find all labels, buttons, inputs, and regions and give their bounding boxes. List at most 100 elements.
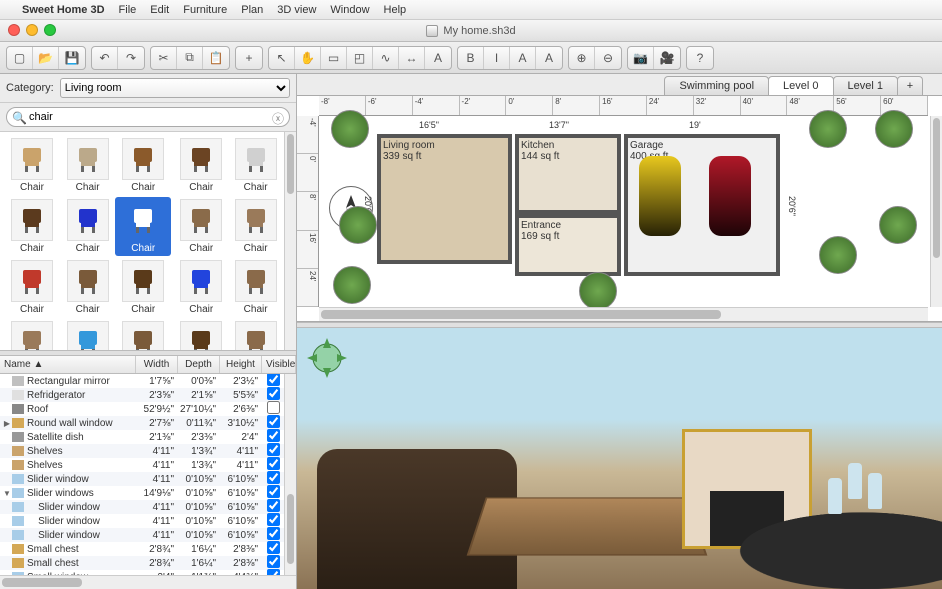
zoom-in-icon[interactable]: ⊕ xyxy=(569,47,595,69)
room[interactable]: Living room339 sq ft xyxy=(377,134,512,264)
bush-icon[interactable] xyxy=(809,110,847,148)
italic-icon[interactable]: I xyxy=(484,47,510,69)
catalog-item[interactable]: Chair xyxy=(173,197,229,256)
3d-nav-compass[interactable] xyxy=(305,336,349,380)
menu-3d-view[interactable]: 3D view xyxy=(277,4,316,16)
add-level-button[interactable]: + xyxy=(897,76,923,95)
catalog-item[interactable]: Chair xyxy=(173,258,229,317)
furniture-row[interactable]: Small chest2'8¾"1'6¼"2'8⅜" xyxy=(0,556,284,570)
furniture-row[interactable]: Shelves4'11"1'3¾"4'11" xyxy=(0,458,284,472)
search-input[interactable] xyxy=(6,107,290,127)
furniture-row[interactable]: Roof52'9½"27'10¼"2'6⅜" xyxy=(0,402,284,416)
dimension-icon[interactable]: ↔ xyxy=(399,47,425,69)
bush-icon[interactable] xyxy=(333,266,371,304)
save-icon[interactable]: 💾 xyxy=(59,47,85,69)
catalog-item[interactable]: Chair xyxy=(115,197,171,256)
bush-icon[interactable] xyxy=(331,110,369,148)
bush-icon[interactable] xyxy=(339,206,377,244)
font-down-icon[interactable]: A xyxy=(536,47,562,69)
menu-edit[interactable]: Edit xyxy=(150,4,169,16)
font-up-icon[interactable]: A xyxy=(510,47,536,69)
furniture-row[interactable]: Slider window4'11"0'10⅝"6'10⅝" xyxy=(0,528,284,542)
select-icon[interactable]: ↖ xyxy=(269,47,295,69)
minimize-button[interactable] xyxy=(26,24,38,36)
undo-icon[interactable]: ↶ xyxy=(92,47,118,69)
furniture-row[interactable]: ▼Slider windows14'9⅛"0'10⅝"6'10⅝" xyxy=(0,486,284,500)
catalog-item[interactable]: Lattice chair xyxy=(115,319,171,350)
plan-canvas[interactable]: Living room339 sq ftKitchen144 sq ftEntr… xyxy=(319,116,928,307)
clear-search-icon[interactable]: ⓧ xyxy=(272,110,284,127)
col-depth[interactable]: Depth xyxy=(178,356,220,373)
plan-view[interactable]: -8'-6'-4'-2'0'8'16'24'32'40'48'56'60' -4… xyxy=(297,96,942,322)
bush-icon[interactable] xyxy=(879,206,917,244)
car-icon[interactable] xyxy=(639,156,681,236)
bush-icon[interactable] xyxy=(579,272,617,310)
plan-vscrollbar[interactable] xyxy=(930,116,942,307)
col-name[interactable]: Name ▲ xyxy=(0,356,136,373)
level-tab[interactable]: Level 1 xyxy=(833,76,898,95)
room-icon[interactable]: ◰ xyxy=(347,47,373,69)
furniture-row[interactable]: Slider window4'11"0'10⅝"6'10⅝" xyxy=(0,514,284,528)
menu-window[interactable]: Window xyxy=(330,4,369,16)
paste-icon[interactable]: 📋 xyxy=(203,47,229,69)
menu-file[interactable]: File xyxy=(119,4,137,16)
car-icon[interactable] xyxy=(709,156,751,236)
close-button[interactable] xyxy=(8,24,20,36)
col-width[interactable]: Width xyxy=(136,356,178,373)
catalog-item[interactable]: Chair xyxy=(115,258,171,317)
catalog-item[interactable]: Chair xyxy=(231,136,280,195)
category-select[interactable]: Living room xyxy=(60,78,290,98)
catalog-item[interactable]: Chair xyxy=(173,136,229,195)
furniture-scrollbar[interactable] xyxy=(284,374,296,575)
new-file-icon[interactable]: ▢ xyxy=(7,47,33,69)
add-furniture-icon[interactable]: + xyxy=(236,47,262,69)
catalog-item[interactable]: Modern arm... xyxy=(173,319,229,350)
furniture-hscrollbar[interactable] xyxy=(0,575,296,589)
room[interactable]: Kitchen144 sq ft xyxy=(515,134,621,214)
catalog-item[interactable]: Chair xyxy=(62,197,113,256)
menu-help[interactable]: Help xyxy=(384,4,407,16)
catalog-item[interactable]: Chair xyxy=(4,258,60,317)
menu-furniture[interactable]: Furniture xyxy=(183,4,227,16)
furniture-row[interactable]: Rectangular mirror1'7⅝"0'0⅜"2'3½" xyxy=(0,374,284,388)
pan-icon[interactable]: ✋ xyxy=(295,47,321,69)
catalog-item[interactable]: Child chair xyxy=(62,319,113,350)
zoom-button[interactable] xyxy=(44,24,56,36)
copy-icon[interactable]: ⧉ xyxy=(177,47,203,69)
room[interactable]: Entrance169 sq ft xyxy=(515,214,621,276)
furniture-row[interactable]: Refridgerator2'3⅝"2'1⅝"5'5⅜" xyxy=(0,388,284,402)
3d-view[interactable] xyxy=(297,328,942,589)
redo-icon[interactable]: ↷ xyxy=(118,47,144,69)
furniture-row[interactable]: ▶Round wall window2'7⅜"0'11¾"3'10½" xyxy=(0,416,284,430)
furniture-row[interactable]: Shelves4'11"1'3¾"4'11" xyxy=(0,444,284,458)
text-icon[interactable]: A xyxy=(425,47,451,69)
polyline-icon[interactable]: ∿ xyxy=(373,47,399,69)
open-icon[interactable]: 📂 xyxy=(33,47,59,69)
help-icon[interactable]: ? xyxy=(687,47,713,69)
wall-icon[interactable]: ▭ xyxy=(321,47,347,69)
catalog-item[interactable]: Chair xyxy=(4,136,60,195)
catalog-item[interactable]: Chair xyxy=(62,136,113,195)
plan-hscrollbar[interactable] xyxy=(319,307,928,321)
catalog-item[interactable]: Chair xyxy=(4,197,60,256)
catalog-item[interactable]: Chair xyxy=(62,258,113,317)
furniture-header[interactable]: Name ▲ Width Depth Height Visible xyxy=(0,356,296,374)
zoom-out-icon[interactable]: ⊖ xyxy=(595,47,621,69)
bush-icon[interactable] xyxy=(875,110,913,148)
furniture-row[interactable]: Slider window4'11"0'10⅝"6'10⅝" xyxy=(0,500,284,514)
catalog-item[interactable]: Chair xyxy=(231,258,280,317)
catalog-item[interactable]: Chair xyxy=(231,197,280,256)
bush-icon[interactable] xyxy=(819,236,857,274)
level-tab[interactable]: Swimming pool xyxy=(664,76,769,95)
catalog-scrollbar[interactable] xyxy=(284,132,296,350)
disclosure-icon[interactable]: ▼ xyxy=(2,489,12,498)
col-height[interactable]: Height xyxy=(220,356,262,373)
col-visible[interactable]: Visible xyxy=(262,356,296,373)
catalog-item[interactable]: Chair xyxy=(115,136,171,195)
level-tab[interactable]: Level 0 xyxy=(768,76,833,95)
menu-plan[interactable]: Plan xyxy=(241,4,263,16)
catalog-item[interactable]: Chair with c... xyxy=(4,319,60,350)
app-menu[interactable]: Sweet Home 3D xyxy=(22,4,105,16)
furniture-row[interactable]: Slider window4'11"0'10⅝"6'10⅝" xyxy=(0,472,284,486)
furniture-row[interactable]: Satellite dish2'1⅜"2'3⅜"2'4" xyxy=(0,430,284,444)
